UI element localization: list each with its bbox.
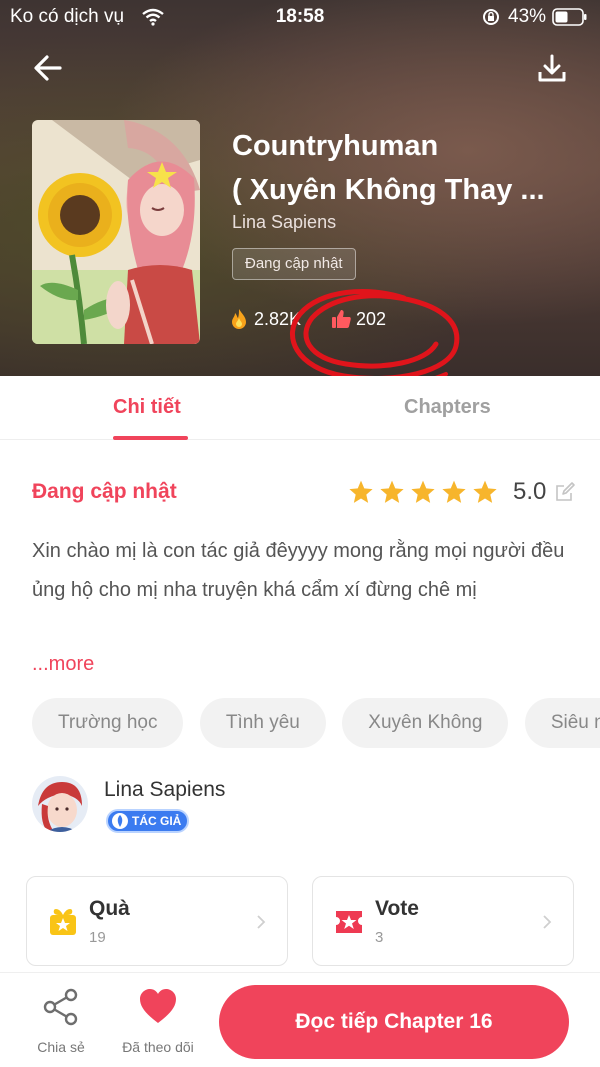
- share-label: Chia sẻ: [37, 1039, 85, 1055]
- heart-icon: [140, 989, 176, 1023]
- cover-illustration: [32, 120, 200, 344]
- rating: 5.0: [348, 478, 576, 506]
- rotation-lock-icon: [483, 9, 499, 25]
- book-cover[interactable]: [32, 120, 200, 344]
- vote-count: 3: [375, 929, 384, 946]
- follow-button[interactable]: Đã theo dõi: [113, 987, 203, 1055]
- likes-value: 202: [356, 308, 387, 329]
- tab-detail[interactable]: Chi tiết: [113, 396, 181, 419]
- author-name[interactable]: Lina Sapiens: [104, 778, 225, 802]
- book-header: Ko có dịch vụ 18:58 43% Countryhuman (X…: [0, 0, 600, 376]
- battery-percent: 43%: [508, 6, 547, 27]
- more-link[interactable]: ...more: [32, 653, 94, 676]
- gift-label: Quà: [89, 897, 130, 920]
- edit-icon[interactable]: [554, 481, 576, 503]
- battery-icon: [552, 8, 587, 26]
- share-icon: [43, 988, 78, 1026]
- status-bar: Ko có dịch vụ 18:58 43%: [0, 0, 600, 36]
- rating-value: 5.0: [513, 478, 547, 505]
- vote-label: Vote: [375, 897, 419, 920]
- active-tab-indicator: [113, 436, 188, 440]
- gift-card[interactable]: Quà 19: [26, 876, 288, 966]
- chevron-right-icon: [257, 915, 266, 929]
- thumbs-up-icon: [332, 310, 351, 328]
- tag-list: Trường học Tình yêu Xuyên Không Siêu n: [32, 698, 600, 750]
- tag-chip[interactable]: Siêu n: [524, 698, 600, 748]
- tag-chip[interactable]: Trường học: [32, 698, 184, 748]
- book-title-line1: Countryhuman: [232, 130, 439, 162]
- tab-chapters[interactable]: Chapters: [404, 396, 491, 419]
- author-row[interactable]: Lina Sapiens TÁC GIẢ: [32, 776, 572, 836]
- follow-label: Đã theo dõi: [122, 1039, 194, 1055]
- author-badge-label: TÁC GIẢ: [132, 814, 182, 828]
- download-icon[interactable]: [534, 50, 570, 86]
- arrow-left-icon[interactable]: [30, 50, 66, 86]
- reads-value: 2.82K: [254, 308, 302, 329]
- share-button[interactable]: Chia sẻ: [16, 987, 106, 1055]
- likes-count: 202: [330, 308, 386, 330]
- tag-chip[interactable]: Xuyên Không: [342, 698, 509, 748]
- reads-count: 2.82K: [228, 308, 301, 330]
- status-chip: Đang cập nhật: [232, 248, 356, 280]
- story-description: Xin chào mị là con tác giả đêyyyy mong r…: [32, 540, 565, 601]
- vote-ticket-icon: [336, 911, 362, 933]
- chevron-right-icon: [543, 915, 552, 929]
- author-badge: TÁC GIẢ: [106, 809, 190, 833]
- vote-card[interactable]: Vote 3: [312, 876, 574, 966]
- book-title: Countryhuman ( Xuyên Không Thay ...: [232, 124, 582, 212]
- avatar-image: [32, 776, 88, 832]
- star-icon[interactable]: [379, 479, 405, 505]
- book-title-line2: ( Xuyên Không Thay ...: [232, 174, 545, 206]
- story-status: Đang cập nhật: [32, 480, 177, 503]
- feather-icon: [112, 813, 128, 829]
- continue-reading-button[interactable]: Đọc tiếp Chapter 16: [219, 985, 569, 1059]
- star-icon[interactable]: [472, 479, 498, 505]
- star-icon[interactable]: [348, 479, 374, 505]
- fire-icon: [232, 309, 246, 329]
- tag-chip[interactable]: Tình yêu: [199, 698, 326, 748]
- gift-count: 19: [89, 929, 106, 946]
- star-icon[interactable]: [441, 479, 467, 505]
- star-icon[interactable]: [410, 479, 436, 505]
- tab-bar: Chi tiết Chapters: [0, 376, 600, 440]
- red-circle-annotation: [289, 288, 460, 376]
- gift-icon: [50, 909, 76, 935]
- book-author[interactable]: Lina Sapiens: [232, 212, 336, 233]
- bottom-action-bar: Chia sẻ Đã theo dõi Đọc tiếp Chapter 16: [0, 972, 600, 1067]
- avatar[interactable]: [32, 776, 88, 832]
